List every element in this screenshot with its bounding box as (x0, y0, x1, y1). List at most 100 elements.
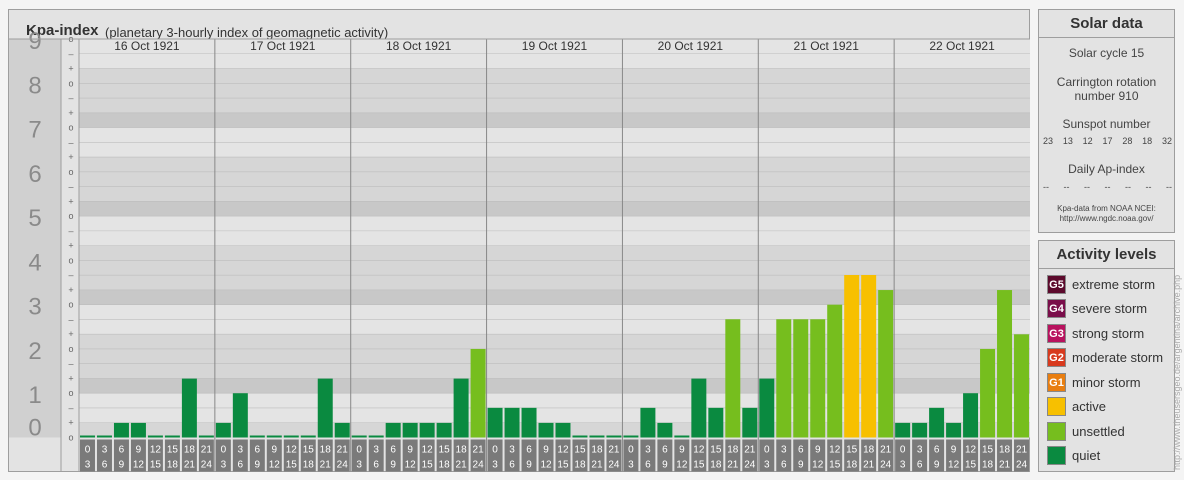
kp-bar (725, 319, 741, 438)
band-lower (79, 245, 1030, 261)
y-subtick-label: – (68, 270, 73, 280)
y-tick-label: 5 (28, 205, 41, 232)
interval-start-label: 15 (982, 445, 994, 456)
interval-start-label: 0 (221, 445, 227, 456)
interval-end-label: 18 (303, 460, 315, 471)
interval-end-label: 3 (492, 460, 498, 471)
interval-end-label: 12 (948, 460, 960, 471)
y-subtick-label: + (68, 152, 73, 162)
interval-end-label: 21 (727, 460, 739, 471)
day-label: 18 Oct 1921 (386, 39, 452, 53)
ap-value: -- (1145, 182, 1152, 192)
interval-start-label: 0 (492, 445, 498, 456)
y-subtick-label: + (68, 418, 73, 428)
interval-end-label: 6 (102, 460, 108, 471)
interval-start-label: 0 (900, 445, 906, 456)
interval-end-label: 12 (133, 460, 145, 471)
ap-value: -- (1084, 182, 1090, 192)
activity-level-row: G5 extreme storm (1047, 274, 1155, 294)
interval-end-label: 15 (422, 460, 434, 471)
activity-level-swatch (1047, 421, 1066, 441)
kp-bar (334, 422, 350, 438)
activity-level-swatch (1047, 446, 1066, 465)
interval-end-label: 21 (184, 460, 196, 471)
activity-level-row: G2 moderate storm (1047, 348, 1163, 367)
kp-bar (351, 435, 367, 438)
y-subtick-label: – (68, 182, 73, 192)
ap-value: -- (1043, 182, 1049, 192)
kp-bar (504, 407, 520, 438)
interval-start-label: 9 (543, 445, 549, 456)
y-tick-label: 9 (28, 28, 41, 55)
interval-start-label: 6 (526, 445, 532, 456)
sunspot-value: 17 (1102, 136, 1113, 146)
interval-start-label: 12 (286, 445, 298, 456)
kp-bar (470, 348, 486, 438)
interval-start-label: 6 (798, 445, 804, 456)
interval-end-label: 6 (917, 460, 923, 471)
y-subtick-label: + (68, 196, 73, 206)
interval-start-label: 6 (255, 445, 261, 456)
y-subtick-label: + (68, 285, 73, 295)
interval-start-label: 12 (557, 445, 569, 456)
activity-level-label: quiet (1072, 448, 1101, 463)
interval-end-label: 12 (269, 460, 281, 471)
interval-end-label: 3 (628, 460, 634, 471)
interval-start-label: 9 (679, 445, 685, 456)
day-label: 17 Oct 1921 (250, 39, 316, 53)
interval-start-label: 18 (999, 445, 1011, 456)
interval-end-label: 24 (337, 460, 349, 471)
band-lower (79, 157, 1030, 172)
activity-level-label: minor storm (1072, 374, 1141, 390)
interval-end-label: 12 (812, 460, 824, 471)
kp-bar (266, 435, 282, 438)
interval-end-label: 3 (221, 460, 227, 471)
interval-end-label: 6 (238, 460, 244, 471)
interval-end-label: 3 (764, 460, 770, 471)
activity-level-swatch (1047, 397, 1066, 416)
kp-bar (80, 435, 95, 438)
y-subtick-label: o (68, 78, 73, 88)
kpa-chart: 0123456789o+–o+–o+–o+–o+–o+–o+–o+–o+–o 16… (9, 28, 1030, 472)
sunspot-values: 23 13 12 17 28 18 32 (1041, 136, 1174, 146)
credit-text: http://www.theusersgeo.de/argentina/arch… (1172, 274, 1182, 470)
kp-bar (623, 435, 639, 438)
interval-end-label: 24 (880, 460, 892, 471)
band-lower (79, 112, 1030, 128)
source-line2: http://www.ngdc.noaa.gov/ (1059, 214, 1154, 223)
carrington-line1: Carrington rotation (1056, 75, 1157, 89)
activity-level-swatch: G2 (1047, 348, 1066, 367)
kp-bar (283, 435, 299, 438)
interval-start-label: 18 (184, 445, 196, 456)
kp-bar (657, 422, 673, 438)
interval-end-label: 24 (473, 460, 485, 471)
kp-bar (232, 393, 248, 438)
kp-bar (929, 407, 945, 438)
ap-title: Daily Ap-index (1068, 162, 1145, 176)
solar-cycle: Solar cycle 15 (1068, 46, 1145, 60)
interval-end-label: 15 (693, 460, 705, 471)
y-subtick-label: + (68, 108, 73, 118)
kp-bar (742, 407, 758, 438)
interval-start-label: 0 (85, 445, 91, 456)
interval-end-label: 24 (744, 460, 756, 471)
kp-bar (538, 422, 554, 438)
ap-value: -- (1063, 182, 1070, 192)
kp-bar (164, 435, 180, 438)
kp-bar (521, 407, 537, 438)
y-subtick-label: – (68, 314, 73, 324)
interval-end-label: 6 (373, 460, 379, 471)
y-subtick-label: + (68, 241, 73, 251)
y-subtick-label: – (68, 226, 73, 236)
interval-end-label: 15 (965, 460, 977, 471)
interval-start-label: 0 (628, 445, 634, 456)
activity-level-row: G3 strong storm (1047, 323, 1144, 343)
interval-end-label: 21 (320, 460, 332, 471)
kp-bar (589, 435, 605, 438)
kp-bar (436, 422, 452, 438)
sunspot-value: 23 (1043, 136, 1054, 146)
ap-values: -- -- -- -- -- -- -- (1041, 182, 1174, 192)
interval-start-label: 12 (965, 445, 977, 456)
band-lower (79, 201, 1030, 217)
interval-start-label: 12 (150, 445, 162, 456)
